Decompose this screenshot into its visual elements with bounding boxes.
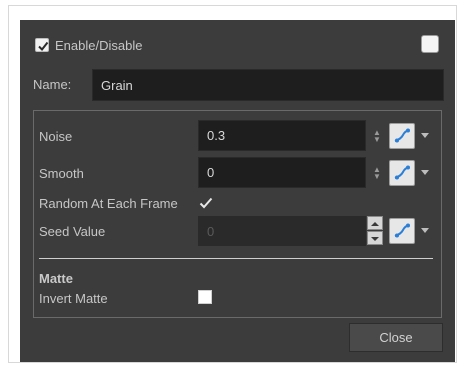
invert-matte-checkbox[interactable] xyxy=(198,290,212,304)
random-label: Random At Each Frame xyxy=(39,196,178,211)
seed-function-button[interactable] xyxy=(389,218,415,244)
noise-input[interactable]: 0.3 xyxy=(198,120,366,151)
checkmark-icon xyxy=(199,197,213,209)
arrow-down-icon xyxy=(371,237,379,241)
grain-dialog: Enable/Disable Name: Grain Noise 0.3 ▲ ▼ … xyxy=(20,20,455,362)
noise-value: 0.3 xyxy=(207,128,226,143)
seed-decrement-button[interactable] xyxy=(367,231,383,245)
random-checkbox[interactable] xyxy=(198,195,214,211)
smooth-label: Smooth xyxy=(39,166,84,181)
name-label: Name: xyxy=(33,77,72,92)
name-value: Grain xyxy=(101,77,133,93)
smooth-dropdown-arrow-icon[interactable] xyxy=(421,170,429,175)
matte-divider xyxy=(39,258,433,259)
close-button[interactable]: Close xyxy=(349,323,443,352)
seed-stepper[interactable] xyxy=(367,216,383,246)
smooth-value: 0 xyxy=(207,165,215,180)
smooth-function-button[interactable] xyxy=(389,160,415,186)
function-curve-icon xyxy=(394,128,410,143)
smooth-spinner-icon[interactable]: ▲ ▼ xyxy=(372,166,382,181)
enable-checkbox[interactable] xyxy=(35,38,49,52)
invert-matte-label: Invert Matte xyxy=(39,291,108,306)
enable-square-toggle[interactable] xyxy=(421,35,439,53)
checkmark-icon xyxy=(38,41,49,52)
function-curve-icon xyxy=(394,165,410,180)
noise-function-button[interactable] xyxy=(389,123,415,149)
arrow-up-icon xyxy=(371,222,379,226)
smooth-input[interactable]: 0 xyxy=(198,157,366,188)
close-button-label: Close xyxy=(379,330,413,345)
seed-dropdown-arrow-icon[interactable] xyxy=(421,228,429,233)
noise-spinner-icon[interactable]: ▲ ▼ xyxy=(372,129,382,144)
enable-label: Enable/Disable xyxy=(55,38,143,53)
seed-label: Seed Value xyxy=(39,224,106,239)
noise-dropdown-arrow-icon[interactable] xyxy=(421,133,429,138)
seed-increment-button[interactable] xyxy=(367,216,383,230)
noise-label: Noise xyxy=(39,129,73,144)
function-curve-icon xyxy=(394,223,410,238)
matte-title: Matte xyxy=(39,271,73,286)
seed-input[interactable]: 0 xyxy=(198,216,366,246)
name-input[interactable]: Grain xyxy=(92,69,444,101)
seed-value: 0 xyxy=(207,223,215,239)
